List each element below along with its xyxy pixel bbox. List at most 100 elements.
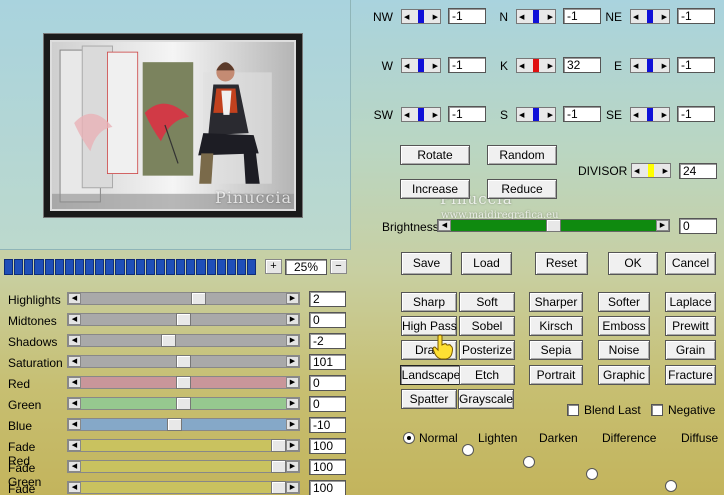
kernel-se-left-arrow-icon[interactable]: ◀ — [633, 111, 638, 119]
fade-red-left-arrow-icon[interactable]: ◀ — [68, 440, 81, 451]
zoom-in-button[interactable]: + — [265, 259, 282, 274]
divisor-left-arrow-icon[interactable]: ◀ — [634, 167, 639, 175]
fade-blue-slider[interactable]: ◀ ▶ — [67, 481, 300, 494]
kernel-w-field[interactable]: -1 — [448, 57, 486, 73]
kernel-e-right-arrow-icon[interactable]: ▶ — [662, 62, 667, 70]
midtones-thumb[interactable] — [176, 313, 191, 326]
kirsch-preset-button[interactable]: Kirsch — [529, 316, 583, 336]
green-slider[interactable]: ◀ ▶ — [67, 397, 300, 410]
fade-blue-right-arrow-icon[interactable]: ▶ — [286, 482, 299, 493]
kernel-e-field[interactable]: -1 — [677, 57, 715, 73]
increase-button[interactable]: Increase — [400, 179, 470, 199]
kernel-ne-right-arrow-icon[interactable]: ▶ — [662, 13, 667, 21]
zoom-value-field[interactable]: 25% — [285, 259, 327, 275]
kernel-e-spinner[interactable]: ◀ ▶ — [630, 58, 670, 73]
shadows-slider[interactable]: ◀ ▶ — [67, 334, 300, 347]
red-right-arrow-icon[interactable]: ▶ — [286, 377, 299, 388]
green-field[interactable]: 0 — [309, 396, 346, 412]
kernel-s-spinner[interactable]: ◀ ▶ — [516, 107, 556, 122]
red-field[interactable]: 0 — [309, 375, 346, 391]
landscape-preset-button[interactable]: Landscape — [400, 365, 462, 385]
highlights-field[interactable]: 2 — [309, 291, 346, 307]
highlights-slider[interactable]: ◀ ▶ — [67, 292, 300, 305]
portrait-preset-button[interactable]: Portrait — [529, 365, 583, 385]
kernel-se-spinner[interactable]: ◀ ▶ — [630, 107, 670, 122]
saturation-right-arrow-icon[interactable]: ▶ — [286, 356, 299, 367]
difference-radio[interactable] — [586, 468, 598, 480]
brightness-field[interactable]: 0 — [679, 218, 717, 234]
fade-red-field[interactable]: 100 — [309, 438, 346, 454]
kernel-w-spinner[interactable]: ◀ ▶ — [401, 58, 441, 73]
divisor-spinner[interactable]: ◀ ▶ — [631, 163, 671, 178]
fade-red-slider[interactable]: ◀ ▶ — [67, 439, 300, 452]
fade-green-slider[interactable]: ◀ ▶ — [67, 460, 300, 473]
highlights-right-arrow-icon[interactable]: ▶ — [286, 293, 299, 304]
ok-button[interactable]: OK — [608, 252, 658, 275]
soft-preset-button[interactable]: Soft — [459, 292, 515, 312]
kernel-sw-spinner[interactable]: ◀ ▶ — [401, 107, 441, 122]
grain-preset-button[interactable]: Grain — [665, 340, 716, 360]
shadows-thumb[interactable] — [160, 334, 176, 347]
negative-checkbox[interactable] — [651, 404, 663, 416]
saturation-slider[interactable]: ◀ ▶ — [67, 355, 300, 368]
red-left-arrow-icon[interactable]: ◀ — [68, 377, 81, 388]
brightness-right-arrow-icon[interactable]: ▶ — [656, 220, 669, 231]
darken-radio[interactable] — [523, 456, 535, 468]
saturation-field[interactable]: 101 — [309, 354, 346, 370]
posterize-preset-button[interactable]: Posterize — [459, 340, 515, 360]
divisor-right-arrow-icon[interactable]: ▶ — [663, 167, 668, 175]
kernel-w-right-arrow-icon[interactable]: ▶ — [433, 62, 438, 70]
kernel-k-right-arrow-icon[interactable]: ▶ — [548, 62, 553, 70]
sharper-preset-button[interactable]: Sharper — [529, 292, 583, 312]
fade-red-right-arrow-icon[interactable]: ▶ — [286, 440, 299, 451]
fade-green-thumb[interactable] — [271, 460, 286, 473]
kernel-n-field[interactable]: -1 — [563, 8, 601, 24]
kernel-s-right-arrow-icon[interactable]: ▶ — [548, 111, 553, 119]
kernel-n-left-arrow-icon[interactable]: ◀ — [519, 13, 524, 21]
high-pass-preset-button[interactable]: High Pass — [401, 316, 457, 336]
kernel-nw-spinner[interactable]: ◀ ▶ — [401, 9, 441, 24]
red-thumb[interactable] — [176, 376, 191, 389]
kernel-ne-spinner[interactable]: ◀ ▶ — [630, 9, 670, 24]
laplace-preset-button[interactable]: Laplace — [665, 292, 716, 312]
reduce-button[interactable]: Reduce — [487, 179, 557, 199]
blue-slider[interactable]: ◀ ▶ — [67, 418, 300, 431]
prewitt-preset-button[interactable]: Prewitt — [665, 316, 716, 336]
diffuse-radio[interactable] — [665, 480, 677, 492]
fade-green-right-arrow-icon[interactable]: ▶ — [286, 461, 299, 472]
lighten-radio[interactable] — [462, 444, 474, 456]
highlights-thumb[interactable] — [191, 292, 207, 305]
kernel-nw-right-arrow-icon[interactable]: ▶ — [433, 13, 438, 21]
kernel-nw-left-arrow-icon[interactable]: ◀ — [404, 13, 409, 21]
cancel-button[interactable]: Cancel — [665, 252, 716, 275]
save-button[interactable]: Save — [401, 252, 452, 275]
kernel-n-right-arrow-icon[interactable]: ▶ — [548, 13, 553, 21]
shadows-right-arrow-icon[interactable]: ▶ — [286, 335, 299, 346]
kernel-ne-left-arrow-icon[interactable]: ◀ — [633, 13, 638, 21]
fade-blue-field[interactable]: 100 — [309, 480, 346, 495]
emboss-preset-button[interactable]: Emboss — [598, 316, 650, 336]
load-button[interactable]: Load — [461, 252, 512, 275]
fade-blue-left-arrow-icon[interactable]: ◀ — [68, 482, 81, 493]
blue-field[interactable]: -10 — [309, 417, 346, 433]
brightness-slider[interactable]: ◀ ▶ — [437, 219, 670, 232]
kernel-k-spinner[interactable]: ◀ ▶ — [516, 58, 556, 73]
kernel-k-field[interactable]: 32 — [563, 57, 601, 73]
blue-left-arrow-icon[interactable]: ◀ — [68, 419, 81, 430]
zoom-level-bar[interactable] — [4, 259, 257, 275]
fade-red-thumb[interactable] — [271, 439, 286, 452]
green-left-arrow-icon[interactable]: ◀ — [68, 398, 81, 409]
fade-blue-thumb[interactable] — [271, 481, 286, 494]
fade-green-field[interactable]: 100 — [309, 459, 346, 475]
grayscale-preset-button[interactable]: Grayscale — [458, 389, 514, 409]
kernel-sw-left-arrow-icon[interactable]: ◀ — [404, 111, 409, 119]
graphic-preset-button[interactable]: Graphic — [598, 365, 650, 385]
brightness-left-arrow-icon[interactable]: ◀ — [438, 220, 451, 231]
kernel-se-right-arrow-icon[interactable]: ▶ — [662, 111, 667, 119]
reset-button[interactable]: Reset — [535, 252, 588, 275]
green-right-arrow-icon[interactable]: ▶ — [286, 398, 299, 409]
normal-radio[interactable] — [403, 432, 415, 444]
noise-preset-button[interactable]: Noise — [598, 340, 650, 360]
kernel-ne-field[interactable]: -1 — [677, 8, 715, 24]
fracture-preset-button[interactable]: Fracture — [665, 365, 716, 385]
